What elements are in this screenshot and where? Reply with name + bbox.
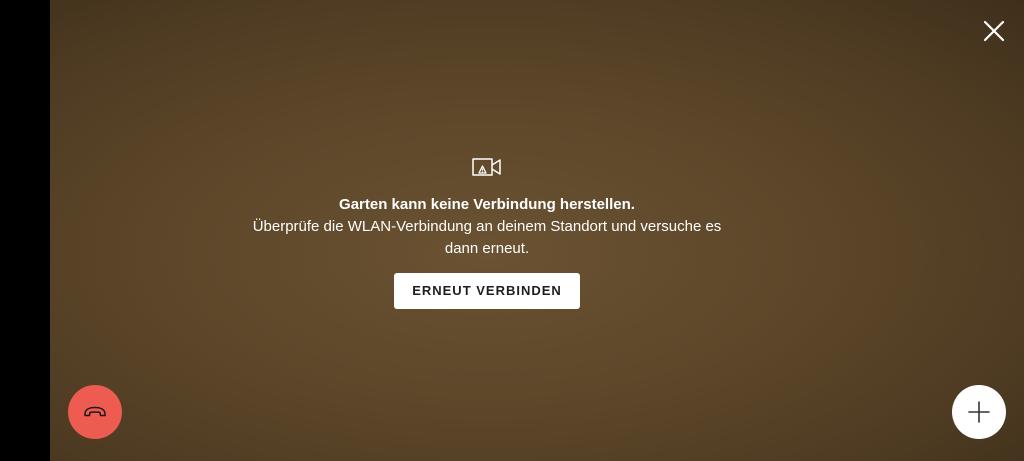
- camera-warning-icon: [472, 158, 501, 176]
- reconnect-button[interactable]: ERNEUT VERBINDEN: [394, 273, 580, 309]
- hang-up-icon: [84, 406, 106, 417]
- hang-up-button[interactable]: [68, 385, 122, 439]
- close-button[interactable]: [978, 15, 1010, 47]
- live-view-screen: Garten kann keine Verbindung herstellen.…: [0, 0, 1024, 461]
- error-title: Garten kann keine Verbindung herstellen.: [339, 196, 635, 213]
- connection-error-panel: Garten kann keine Verbindung herstellen.…: [237, 154, 737, 309]
- error-message: Überprüfe die WLAN-Verbindung an deinem …: [252, 218, 722, 257]
- plus-icon: [968, 401, 990, 423]
- left-black-bar: [0, 0, 50, 461]
- close-icon: [983, 20, 1005, 42]
- add-button[interactable]: [952, 385, 1006, 439]
